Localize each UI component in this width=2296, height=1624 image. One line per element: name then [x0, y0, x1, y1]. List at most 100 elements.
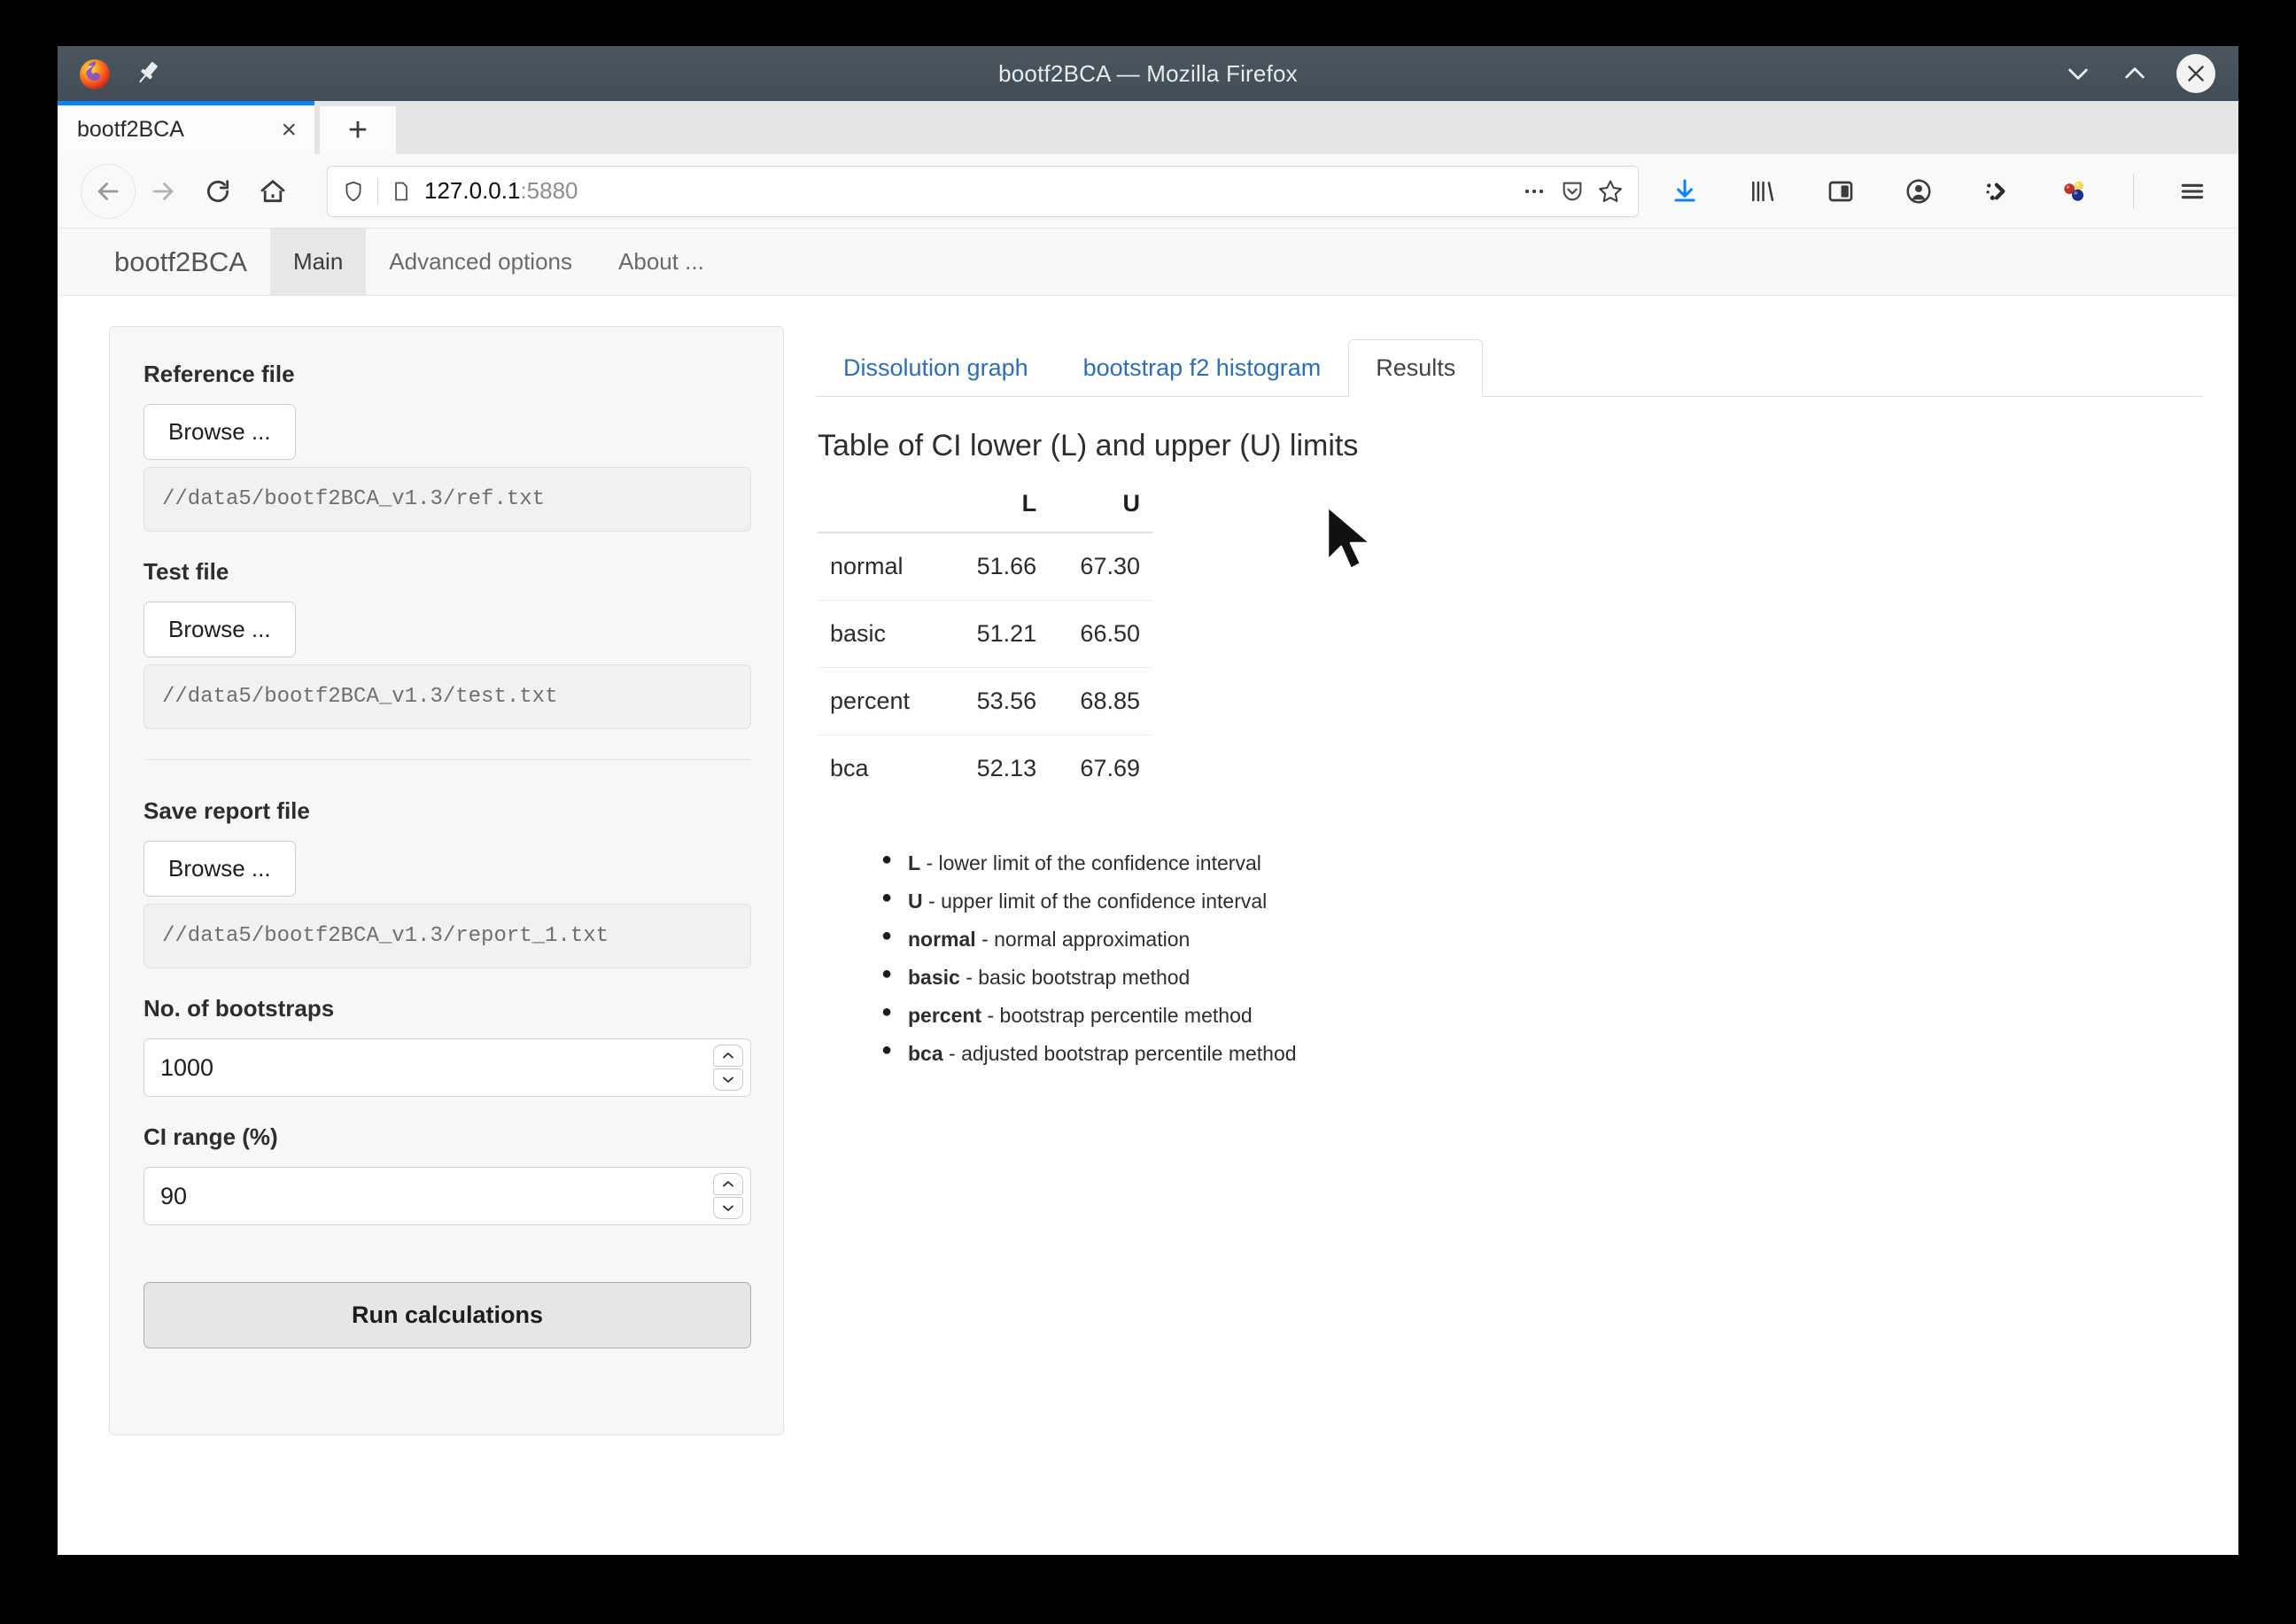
report-path-field[interactable]: //data5/bootf2BCA_v1.3/report_1.txt — [144, 904, 751, 968]
browser-navbar: 127.0.0.1:5880 — [58, 154, 2238, 229]
url-text[interactable]: 127.0.0.1:5880 — [424, 177, 1509, 205]
test-path-field[interactable]: //data5/bootf2BCA_v1.3/test.txt — [144, 664, 751, 729]
ci-range-spin-down[interactable] — [713, 1197, 743, 1219]
downloads-icon[interactable] — [1662, 168, 1708, 214]
extension-balls-icon[interactable] — [2052, 168, 2098, 214]
url-bar[interactable]: 127.0.0.1:5880 — [327, 165, 1639, 217]
browser-toolbar-icons — [1662, 168, 2215, 214]
url-port: :5880 — [520, 177, 578, 204]
tab-bootstrap-f2-histogram[interactable]: bootstrap f2 histogram — [1056, 339, 1349, 397]
home-button[interactable] — [245, 164, 300, 219]
reload-button[interactable] — [190, 164, 245, 219]
cell-basic-lower: 51.21 — [945, 600, 1050, 668]
titlebar-left-icons — [58, 56, 162, 91]
appnav-item-main[interactable]: Main — [269, 229, 367, 295]
reference-browse-button[interactable]: Browse ... — [144, 404, 296, 460]
col-header-upper: U — [1122, 490, 1141, 517]
table-row: percent 53.56 68.85 — [818, 667, 1152, 735]
cell-bca-lower: 52.13 — [976, 755, 1037, 781]
appnav-item-about[interactable]: About ... — [595, 229, 727, 295]
pin-icon[interactable] — [132, 58, 162, 89]
bootstraps-group: No. of bootstraps — [144, 995, 751, 1097]
sidebar-icon[interactable] — [1818, 168, 1864, 214]
table-head: L U — [818, 483, 1152, 532]
ci-range-input[interactable] — [144, 1182, 750, 1210]
ci-range-group: CI range (%) — [144, 1123, 751, 1225]
maximize-button[interactable] — [2120, 58, 2150, 89]
reference-file-label: Reference file — [144, 361, 295, 387]
shield-icon[interactable] — [342, 180, 365, 203]
reference-file-group: Reference file Browse ... //data5/bootf2… — [144, 361, 751, 532]
ci-range-spin-up[interactable] — [713, 1173, 743, 1195]
cell-percent-upper: 68.85 — [1049, 667, 1152, 735]
test-browse-button[interactable]: Browse ... — [144, 602, 296, 657]
table-body: normal 51.66 67.30 basic 51.21 66.50 per… — [818, 532, 1152, 802]
legend-term-U: U — [908, 890, 923, 913]
extension-pocket-icon[interactable] — [1974, 168, 2020, 214]
bookmark-star-icon[interactable] — [1597, 178, 1624, 205]
page-info-icon[interactable] — [391, 181, 412, 202]
legend-term-normal: normal — [908, 928, 976, 951]
row-label-percent: percent — [818, 667, 946, 735]
main-content: Dissolution graph bootstrap f2 histogram… — [816, 326, 2203, 1555]
col-header-lower: L — [1021, 490, 1037, 517]
legend-term-bca: bca — [908, 1042, 943, 1065]
reference-path-field[interactable]: //data5/bootf2BCA_v1.3/ref.txt — [144, 467, 751, 532]
settings-sidebar-panel: Reference file Browse ... //data5/bootf2… — [109, 326, 784, 1435]
legend-term-L: L — [908, 851, 921, 874]
row-label-bca: bca — [830, 755, 869, 781]
list-item: normal - normal approximation — [881, 926, 2203, 952]
back-button[interactable] — [81, 163, 136, 219]
list-item: L - lower limit of the confidence interv… — [881, 850, 2203, 875]
bootstraps-stepper[interactable] — [144, 1038, 751, 1097]
table-row: normal 51.66 67.30 — [818, 532, 1152, 601]
library-icon[interactable] — [1740, 168, 1786, 214]
table-row: basic 51.21 66.50 — [818, 600, 1152, 668]
page-actions-icon[interactable] — [1521, 180, 1547, 203]
row-label-basic: basic — [818, 600, 946, 668]
table-header-row: L U — [818, 483, 1152, 532]
forward-button[interactable] — [136, 164, 190, 219]
report-browse-button[interactable]: Browse ... — [144, 841, 296, 897]
pocket-icon[interactable] — [1560, 179, 1585, 204]
window-controls — [2063, 54, 2238, 93]
new-tab-button[interactable]: + — [320, 106, 396, 154]
close-button[interactable] — [2176, 54, 2215, 93]
tab-results[interactable]: Results — [1348, 339, 1484, 397]
cell-normal-lower: 51.66 — [945, 532, 1050, 601]
bootstraps-input[interactable] — [144, 1053, 750, 1082]
test-file-label: Test file — [144, 558, 229, 585]
browser-tab[interactable]: bootf2BCA × — [58, 101, 314, 154]
legend-desc-L: - lower limit of the confidence interval — [920, 851, 1261, 874]
menu-icon[interactable] — [2169, 168, 2215, 214]
results-table-title: Table of CI lower (L) and upper (U) limi… — [818, 429, 1359, 462]
run-calculations-button[interactable]: Run calculations — [144, 1282, 751, 1348]
app-body: Reference file Browse ... //data5/bootf2… — [58, 296, 2238, 1555]
minimize-button[interactable] — [2063, 58, 2093, 89]
ci-range-spinner — [713, 1173, 743, 1219]
account-icon[interactable] — [1896, 168, 1942, 214]
list-item: bca - adjusted bootstrap percentile meth… — [881, 1040, 2203, 1066]
app-navbar: bootf2BCA Main Advanced options About ..… — [58, 229, 2238, 296]
window-titlebar: bootf2BCA — Mozilla Firefox — [58, 46, 2238, 101]
appnav-item-advanced-options[interactable]: Advanced options — [366, 229, 595, 295]
legend-list: L - lower limit of the confidence interv… — [881, 850, 2203, 1066]
url-host: 127.0.0.1 — [424, 177, 521, 204]
legend-desc-percent: - bootstrap percentile method — [981, 1004, 1253, 1027]
report-file-label: Save report file — [144, 797, 310, 824]
cell-basic-upper: 66.50 — [1049, 600, 1152, 668]
legend-term-basic: basic — [908, 966, 960, 989]
sidebar-divider — [144, 759, 751, 760]
app-brand[interactable]: bootf2BCA — [91, 229, 270, 295]
row-label-normal: normal — [818, 532, 946, 601]
bootstraps-spin-up[interactable] — [713, 1045, 743, 1067]
list-item: percent - bootstrap percentile method — [881, 1002, 2203, 1028]
bootstraps-spin-down[interactable] — [713, 1068, 743, 1091]
ci-range-stepper[interactable] — [144, 1167, 751, 1225]
toolbar-divider — [2133, 173, 2134, 209]
browser-tab-label: bootf2BCA — [77, 117, 184, 142]
tab-close-icon[interactable]: × — [281, 116, 297, 144]
legend-desc-bca: - adjusted bootstrap percentile method — [942, 1042, 1297, 1065]
tab-dissolution-graph[interactable]: Dissolution graph — [816, 339, 1056, 397]
legend-desc-normal: - normal approximation — [975, 928, 1191, 951]
